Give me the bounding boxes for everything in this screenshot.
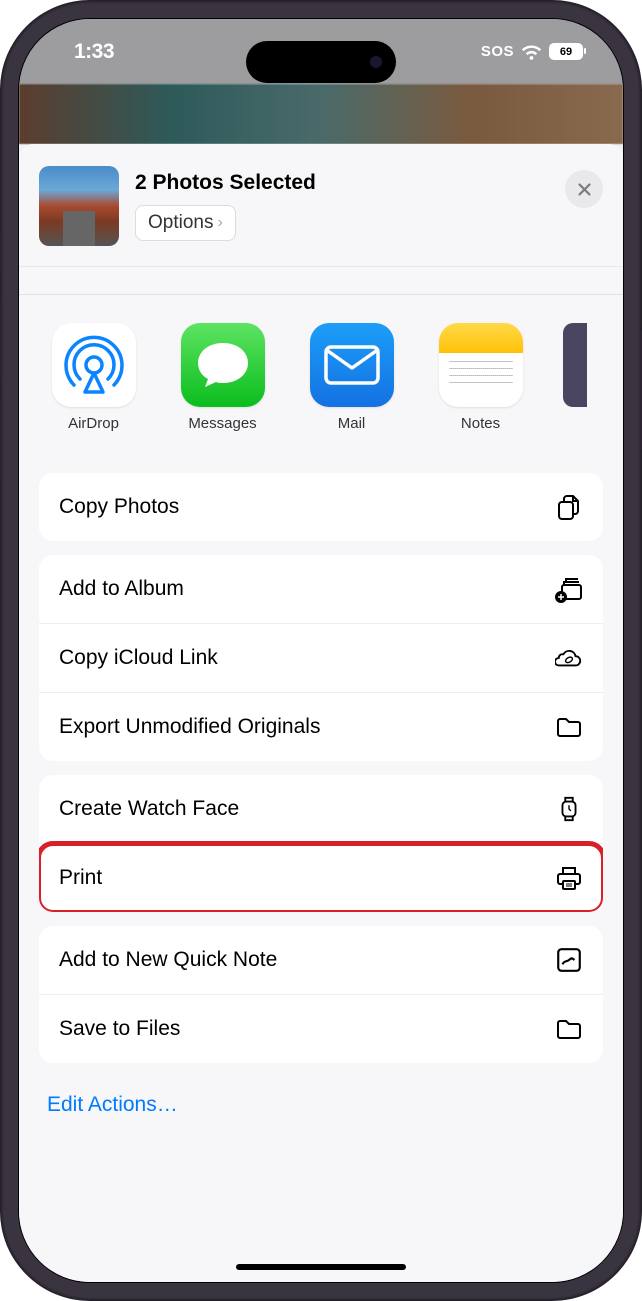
action-label: Print — [59, 866, 102, 890]
dynamic-island — [246, 41, 396, 83]
edit-actions-link[interactable]: Edit Actions… — [47, 1093, 178, 1116]
sheet-header: 2 Photos Selected Options › — [19, 144, 623, 267]
action-group-copy: Copy Photos — [39, 473, 603, 541]
volume-down — [0, 400, 2, 480]
mail-app[interactable]: Mail — [305, 323, 398, 432]
partial-next-app[interactable] — [563, 323, 587, 407]
app-suggestions-row[interactable]: AirDrop Messages Mail — [19, 295, 623, 459]
volume-up — [0, 300, 2, 380]
action-label: Add to New Quick Note — [59, 948, 277, 972]
battery-percentage: 69 — [560, 46, 572, 58]
options-button[interactable]: Options › — [135, 205, 236, 241]
screen: 1:33 SOS 69 2 Photos Selected Options — [18, 18, 624, 1283]
action-label: Copy Photos — [59, 495, 179, 519]
notes-app[interactable]: Notes — [434, 323, 527, 432]
printer-icon — [555, 864, 583, 892]
sos-indicator: SOS — [481, 43, 514, 60]
mute-switch — [0, 230, 2, 270]
action-create-watch-face[interactable]: Create Watch Face — [39, 775, 603, 844]
close-icon — [577, 182, 592, 197]
messages-icon — [181, 323, 265, 407]
messages-app[interactable]: Messages — [176, 323, 269, 432]
close-button[interactable] — [565, 170, 603, 208]
share-sheet: 2 Photos Selected Options › AirDrop — [19, 144, 623, 1282]
status-right: SOS 69 — [481, 43, 583, 60]
photo-thumbnail[interactable] — [39, 166, 119, 246]
watch-icon — [555, 795, 583, 823]
home-indicator[interactable] — [236, 1264, 406, 1270]
folder-icon — [555, 713, 583, 741]
icloud-link-icon — [555, 644, 583, 672]
app-label: Messages — [188, 415, 256, 432]
action-label: Copy iCloud Link — [59, 646, 218, 670]
edit-actions-row: Edit Actions… — [39, 1077, 603, 1121]
action-export-unmodified[interactable]: Export Unmodified Originals — [39, 693, 603, 761]
action-label: Save to Files — [59, 1017, 180, 1041]
mail-icon — [310, 323, 394, 407]
wifi-icon — [521, 44, 542, 60]
battery-icon: 69 — [549, 43, 583, 60]
action-label: Export Unmodified Originals — [59, 715, 320, 739]
action-group-album: Add to Album Copy iCloud Link Export Unm… — [39, 555, 603, 761]
copy-icon — [555, 493, 583, 521]
action-label: Create Watch Face — [59, 797, 239, 821]
airdrop-contacts-row — [19, 267, 623, 295]
folder-icon — [555, 1015, 583, 1043]
action-label: Add to Album — [59, 577, 184, 601]
action-add-to-album[interactable]: Add to Album — [39, 555, 603, 624]
sheet-title: 2 Photos Selected — [135, 171, 549, 195]
status-time: 1:33 — [74, 40, 114, 64]
header-texts: 2 Photos Selected Options › — [135, 171, 549, 241]
airdrop-app[interactable]: AirDrop — [47, 323, 140, 432]
action-group-watch-print: Create Watch Face Print — [39, 775, 603, 912]
action-print[interactable]: Print — [39, 844, 603, 912]
device-frame: 1:33 SOS 69 2 Photos Selected Options — [0, 0, 642, 1301]
action-copy-photos[interactable]: Copy Photos — [39, 473, 603, 541]
airdrop-icon — [52, 323, 136, 407]
options-label: Options — [148, 212, 213, 234]
album-add-icon — [555, 575, 583, 603]
chevron-right-icon: › — [217, 214, 222, 232]
app-label: Mail — [338, 415, 366, 432]
notes-icon — [439, 323, 523, 407]
action-groups: Copy Photos Add to Album Copy i — [19, 459, 623, 1135]
action-add-quick-note[interactable]: Add to New Quick Note — [39, 926, 603, 995]
action-group-notes-files: Add to New Quick Note Save to Files — [39, 926, 603, 1063]
background-photo-strip — [19, 84, 623, 144]
quick-note-icon — [555, 946, 583, 974]
app-label: AirDrop — [68, 415, 119, 432]
action-save-to-files[interactable]: Save to Files — [39, 995, 603, 1063]
app-label: Notes — [461, 415, 500, 432]
action-copy-icloud-link[interactable]: Copy iCloud Link — [39, 624, 603, 693]
